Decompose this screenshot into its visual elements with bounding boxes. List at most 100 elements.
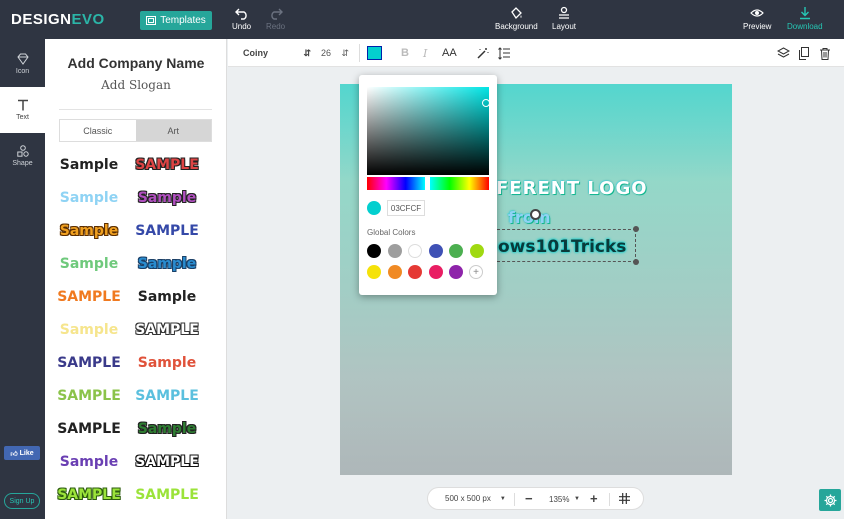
color-swatch[interactable] [428,244,443,258]
rotate-handle[interactable] [530,209,541,220]
text-style-sample[interactable]: Sample [57,451,121,473]
text-style-sample[interactable]: Sample [135,286,199,308]
duplicate-button[interactable] [798,39,810,67]
logo[interactable]: DESIGNEVO [11,11,105,28]
canvas-size-select[interactable]: 500 x 500 px ▼ [445,494,506,503]
rail-shape-label: Shape [12,160,33,167]
magic-wand-icon [477,47,489,59]
layers-button[interactable] [777,39,790,67]
templates-button[interactable]: Templates [140,11,212,30]
bold-button[interactable]: B [401,39,409,67]
add-slogan[interactable]: Add Slogan [45,78,227,92]
logo-text-evo: EVO [71,11,105,28]
logo-text-line-1[interactable]: FERENT LOGO [496,178,648,199]
text-style-sample[interactable]: Sample [135,187,199,209]
updown-icon: ⇵ [341,47,349,58]
color-swatch[interactable] [367,265,381,279]
saturation-value-area[interactable] [367,87,489,175]
text-style-sample[interactable]: Sample [57,154,121,176]
text-color-button[interactable] [367,39,382,67]
color-swatch[interactable] [469,244,484,258]
font-name: Coiny [243,48,269,58]
zoom-in-button[interactable]: + [590,491,598,506]
font-select[interactable]: Coiny ⇵ [243,39,311,67]
add-color-button[interactable]: + [469,265,483,279]
logo-text-line-2[interactable]: from [508,208,551,227]
zoom-caret[interactable]: ▼ [574,496,580,502]
background-button[interactable]: Background [495,6,538,31]
resize-handle[interactable] [633,226,639,232]
copy-icon [799,46,809,60]
color-swatch[interactable] [367,244,381,258]
rail-icon-label: Icon [15,68,30,75]
font-size-select[interactable]: 26 ⇵ [321,39,349,67]
text-style-sample[interactable]: SAMPLE [135,451,199,473]
saturation-cursor[interactable] [482,99,490,107]
hue-slider[interactable] [367,177,425,190]
facebook-like-button[interactable]: 👍︎ Like [4,446,40,460]
text-style-sample[interactable]: SAMPLE [57,385,121,407]
zoom-out-button[interactable]: − [525,491,533,506]
text-style-sample[interactable]: SAMPLE [135,154,199,176]
grid-toggle-button[interactable] [619,493,630,506]
text-style-sample[interactable]: SAMPLE [57,418,121,440]
text-style-sample[interactable]: Sample [135,352,199,374]
tab-art[interactable]: Art [135,120,211,141]
hex-input[interactable]: 03CFCF [387,200,425,216]
delete-button[interactable] [819,39,831,67]
color-swatch[interactable] [449,265,463,279]
trash-icon [820,47,830,60]
text-style-sample[interactable]: Sample [57,220,121,242]
letter-case-button[interactable]: AA [442,39,457,67]
undo-button[interactable]: Undo [232,6,251,31]
rail-item-icon[interactable]: Icon [0,41,45,87]
resize-handle[interactable] [633,259,639,265]
rail-item-shape[interactable]: Shape [0,133,45,179]
text-style-sample[interactable]: Sample [57,319,121,341]
plus-icon: + [473,266,479,278]
zoom-separator [514,493,515,506]
logo-text-line-3[interactable]: ows101Tricks [498,237,626,257]
color-swatch[interactable] [428,265,443,279]
hue-slider-right[interactable] [430,177,489,190]
color-swatch[interactable] [387,244,402,258]
text-style-sample[interactable]: SAMPLE [135,484,199,506]
color-swatch[interactable] [408,244,422,258]
layout-button[interactable]: Layout [552,6,576,31]
sign-up-button[interactable]: Sign Up [4,493,40,509]
text-style-sample[interactable]: SAMPLE [57,484,121,506]
text-style-sample[interactable]: SAMPLE [135,220,199,242]
tab-classic[interactable]: Classic [60,120,136,141]
text-style-sample[interactable]: SAMPLE [135,385,199,407]
text-style-sample[interactable]: Sample [57,253,121,275]
text-style-sample[interactable]: Sample [57,187,121,209]
redo-button[interactable]: Redo [266,6,285,31]
background-label: Background [495,22,538,31]
settings-button[interactable] [819,489,841,511]
add-company-name[interactable]: Add Company Name [45,55,227,71]
text-style-sample[interactable]: SAMPLE [135,319,199,341]
effects-button[interactable] [476,39,489,67]
italic-button[interactable]: I [423,39,427,67]
color-swatch[interactable] [408,265,422,279]
font-size-value: 26 [321,48,332,58]
color-swatch[interactable] [387,265,402,279]
templates-label: Templates [160,15,206,26]
gear-icon [824,494,836,506]
color-picker-popup: 03CFCF Global Colors + [359,75,497,295]
text-style-sample[interactable]: SAMPLE [57,286,121,308]
redo-icon [270,8,283,20]
undo-icon [234,8,247,20]
templates-icon [146,16,157,25]
text-style-sample[interactable]: SAMPLE [57,352,121,374]
text-style-sample[interactable]: Sample [135,253,199,275]
shapes-icon [16,145,29,157]
rail-item-text[interactable]: Text [0,87,45,133]
text-style-sample[interactable]: Sample [135,418,199,440]
color-swatch[interactable] [449,244,463,258]
download-icon [799,7,810,20]
grid-icon [619,493,630,504]
spacing-button[interactable] [498,39,511,67]
preview-button[interactable]: Preview [743,6,771,31]
download-button[interactable]: Download [787,6,823,31]
